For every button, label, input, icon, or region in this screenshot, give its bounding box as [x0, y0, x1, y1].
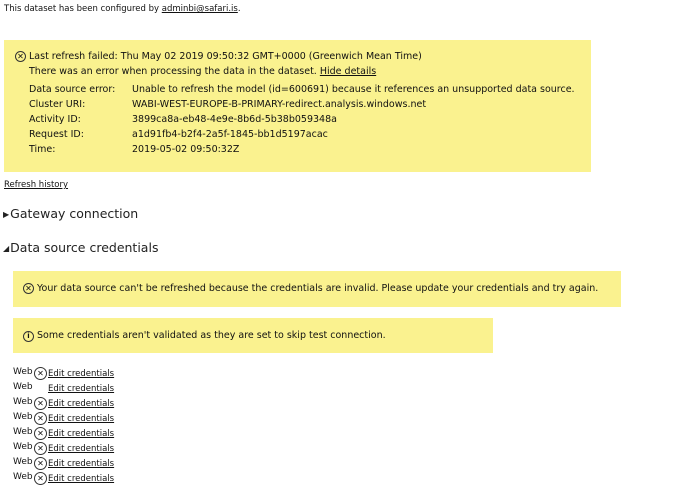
invalid-credentials-text: Your data source can't be refreshed beca… — [37, 283, 599, 294]
edit-credentials-link[interactable]: Edit credentials — [48, 369, 114, 379]
edit-credentials-link[interactable]: Edit credentials — [48, 459, 114, 469]
configured-by-suffix: . — [237, 4, 241, 14]
error-circle-icon: ✕ — [34, 457, 47, 470]
configured-by-user-link[interactable]: adminbi@safari.is — [162, 4, 238, 14]
skip-test-connection-banner: i Some credentials aren't validated as th… — [13, 318, 493, 353]
detail-value: 2019-05-02 09:50:32Z — [132, 144, 240, 155]
error-circle-icon: ✕ — [34, 367, 47, 380]
error-circle-icon: ✕ — [34, 472, 47, 485]
info-circle-icon: i — [23, 331, 34, 342]
credential-type: Web — [13, 472, 33, 482]
caret-right-icon: ▶ — [3, 210, 10, 219]
detail-value: WABI-WEST-EUROPE-B-PRIMARY-redirect.anal… — [132, 99, 427, 110]
edit-credentials-link[interactable]: Edit credentials — [48, 414, 114, 424]
refresh-error-message: There was an error when processing the d… — [29, 66, 317, 77]
refresh-error-panel: ✕ Last refresh failed: Thu May 02 2019 09… — [4, 40, 591, 172]
credential-type: Web — [13, 457, 33, 467]
detail-label: Cluster URI: — [29, 99, 86, 110]
configured-by-prefix: This dataset has been configured by — [4, 4, 162, 14]
gateway-connection-label: Gateway connection — [10, 206, 139, 221]
edit-credentials-link[interactable]: Edit credentials — [48, 399, 114, 409]
refresh-error-title: Last refresh failed: Thu May 02 2019 09:… — [29, 51, 422, 62]
error-circle-icon: ✕ — [34, 442, 47, 455]
credential-type: Web — [13, 412, 33, 422]
detail-value: 3899ca8a-eb48-4e9e-8b6d-5b38b059348a — [132, 114, 337, 125]
detail-value: Unable to refresh the model (id=600691) … — [132, 84, 575, 95]
detail-label: Request ID: — [29, 129, 84, 140]
skip-test-connection-text: Some credentials aren't validated as the… — [37, 330, 386, 341]
credential-type: Web — [13, 382, 33, 392]
edit-credentials-link[interactable]: Edit credentials — [48, 384, 114, 394]
data-source-credentials-label: Data source credentials — [10, 240, 159, 255]
credential-type: Web — [13, 367, 33, 377]
credential-type: Web — [13, 427, 33, 437]
error-circle-icon: ✕ — [34, 427, 47, 440]
edit-credentials-link[interactable]: Edit credentials — [48, 444, 114, 454]
configured-by-text: This dataset has been configured by admi… — [4, 4, 241, 14]
error-circle-icon: ✕ — [34, 397, 47, 410]
detail-label: Time: — [29, 144, 56, 155]
refresh-history-link[interactable]: Refresh history — [4, 180, 68, 190]
gateway-connection-header[interactable]: ▶Gateway connection — [3, 206, 138, 221]
credential-type: Web — [13, 442, 33, 452]
edit-credentials-link[interactable]: Edit credentials — [48, 429, 114, 439]
error-circle-icon: ✕ — [15, 51, 26, 62]
data-source-credentials-header[interactable]: ◢Data source credentials — [3, 240, 158, 255]
refresh-error-title-row: ✕ Last refresh failed: Thu May 02 2019 09… — [15, 51, 422, 62]
detail-value: a1d91fb4-b2f4-2a5f-1845-bb1d5197acac — [132, 129, 328, 140]
credential-type: Web — [13, 397, 33, 407]
error-circle-icon: ✕ — [23, 283, 34, 294]
edit-credentials-link[interactable]: Edit credentials — [48, 474, 114, 484]
detail-label: Data source error: — [29, 84, 116, 95]
error-circle-icon: ✕ — [34, 412, 47, 425]
hide-details-link[interactable]: Hide details — [320, 66, 376, 77]
refresh-error-message-row: There was an error when processing the d… — [29, 66, 376, 77]
caret-down-icon: ◢ — [3, 244, 10, 253]
invalid-credentials-banner: ✕ Your data source can't be refreshed bec… — [13, 271, 621, 307]
detail-label: Activity ID: — [29, 114, 81, 125]
